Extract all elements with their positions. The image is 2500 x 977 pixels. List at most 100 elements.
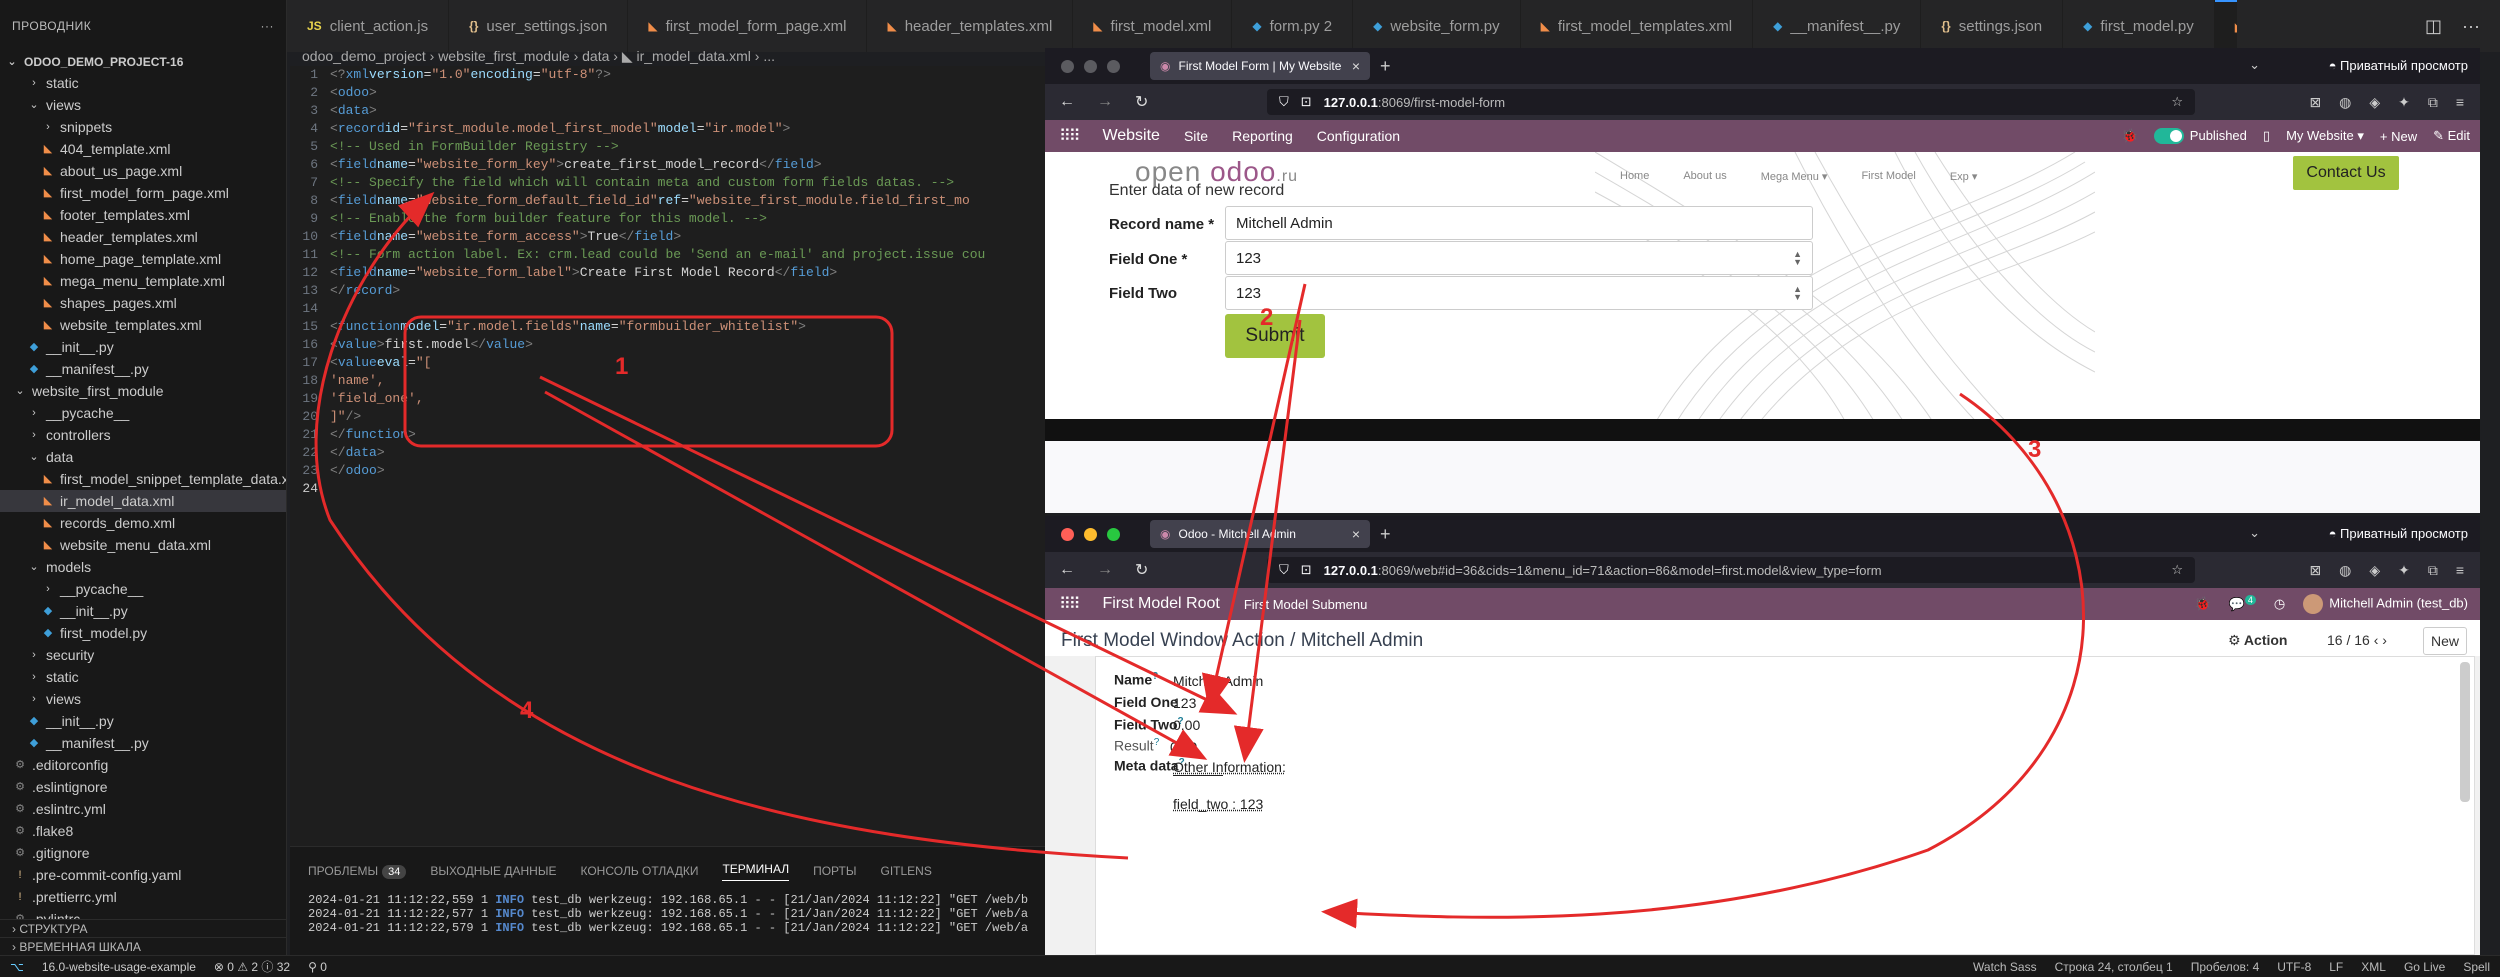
status-item[interactable]: Go Live [2404, 960, 2445, 974]
tree-folder[interactable]: ⌄ website_first_module [0, 380, 286, 402]
action-menu[interactable]: ⚙ Action [2228, 632, 2287, 649]
tree-folder[interactable]: ⌄ data [0, 446, 286, 468]
bookmark-star-icon[interactable]: ☆ [2171, 94, 2183, 110]
editor-tab[interactable]: ◣ first_model.xml [1073, 0, 1233, 52]
tab-list-icon[interactable]: ⌄ [2249, 525, 2260, 541]
tree-file[interactable]: ◆ first_model.py [0, 622, 286, 644]
contact-us-button[interactable]: Contact Us [2293, 156, 2399, 190]
field-one-value[interactable]: 123 [1173, 695, 1196, 711]
panel-tab-4[interactable]: ПОРТЫ [813, 864, 856, 878]
field-two-value[interactable]: 0.00 [1173, 717, 1200, 733]
tree-folder[interactable]: ⌄ models [0, 556, 286, 578]
menu-reporting[interactable]: Reporting [1232, 128, 1293, 144]
menu-icon[interactable]: ≡ [2456, 94, 2464, 111]
tree-file[interactable]: ! .pre-commit-config.yaml [0, 864, 286, 886]
pocket-icon[interactable]: ⊠ [2309, 562, 2321, 579]
browser-tab[interactable]: ◉ First Model Form | My Website × [1150, 52, 1370, 80]
tree-file[interactable]: ◣ first_model_form_page.xml [0, 182, 286, 204]
record-name-input[interactable]: Mitchell Admin [1225, 206, 1813, 240]
editor-tab[interactable]: ◆ first_model.py [2063, 0, 2215, 52]
code-editor[interactable]: 1 <? xml version = "1.0" encoding = "utf-8" ?> … [290, 66, 1047, 846]
website-menu-item[interactable]: First Model [1861, 170, 1915, 183]
status-item[interactable]: Watch Sass [1973, 960, 2037, 974]
website-switcher[interactable]: My Website ▾ [2286, 128, 2364, 144]
tree-file[interactable]: ◆ __init__.py [0, 600, 286, 622]
tree-folder[interactable]: › controllers [0, 424, 286, 446]
menu-site[interactable]: Site [1184, 128, 1208, 144]
submit-button[interactable]: Submit [1225, 314, 1325, 358]
menu-configuration[interactable]: Configuration [1317, 128, 1400, 144]
browser-tab[interactable]: ◉ Odoo - Mitchell Admin × [1150, 520, 1370, 548]
new-button[interactable]: + New [2380, 129, 2417, 144]
apps-grid-icon[interactable]: ⠿⠿ [1059, 594, 1080, 614]
scrollbar[interactable] [2460, 662, 2470, 802]
tree-file[interactable]: ◣ about_us_page.xml [0, 160, 286, 182]
tree-file[interactable]: ◣ records_demo.xml [0, 512, 286, 534]
tree-folder[interactable]: › views [0, 688, 286, 710]
more-actions-icon[interactable]: ··· [2462, 16, 2480, 37]
tree-file[interactable]: ◣ home_page_template.xml [0, 248, 286, 270]
extension-icon[interactable]: ✦ [2398, 94, 2410, 111]
status-item[interactable]: LF [2329, 960, 2343, 974]
field-one-input[interactable]: 123 ▲ ▼ [1225, 241, 1813, 275]
user-menu[interactable]: Mitchell Admin (test_db) [2303, 594, 2468, 614]
close-tab-icon[interactable]: × [1352, 58, 1360, 74]
forward-icon[interactable]: → [1097, 93, 1113, 111]
chat-icon[interactable]: 💬 4 [2229, 595, 2256, 612]
stepper-icon[interactable]: ▲ ▼ [1793, 250, 1802, 267]
back-icon[interactable]: ← [1059, 561, 1075, 579]
tree-folder[interactable]: › __pycache__ [0, 402, 286, 424]
more-icon[interactable]: ··· [261, 19, 275, 33]
extension-icon[interactable]: ◈ [2369, 562, 2380, 579]
zoom-window-icon[interactable] [1107, 59, 1120, 73]
page-title[interactable]: First Model Window Action / Mitchell Adm… [1061, 630, 1423, 652]
new-record-button[interactable]: New [2423, 627, 2467, 655]
tree-file[interactable]: ◣ website_menu_data.xml [0, 534, 286, 556]
terminal-output[interactable]: 2024-01-21 11:12:22,559 1 INFO test_db w… [290, 887, 1047, 941]
url-bar[interactable]: ⛉ ⊡ 127.0.0.1:8069/web#id=36&cids=1&menu… [1267, 557, 2195, 583]
field-two-input[interactable]: 123 ▲ ▼ [1225, 276, 1813, 310]
website-menu-item[interactable]: Mega Menu ▾ [1761, 170, 1828, 183]
panel-tab-0[interactable]: ПРОБЛЕМЫ 34 [308, 864, 407, 879]
tree-file[interactable]: ◣ first_model_snippet_template_data.x... [0, 468, 286, 490]
status-item[interactable]: XML [2361, 960, 2386, 974]
tree-folder[interactable]: ⌄ views [0, 94, 286, 116]
app-name[interactable]: First Model Root [1102, 595, 1219, 613]
tree-folder[interactable]: › static [0, 72, 286, 94]
extension-icon[interactable]: ◈ [2369, 94, 2380, 111]
extensions-icon[interactable]: ⧉ [2428, 94, 2438, 111]
mobile-preview-icon[interactable]: ▯ [2263, 128, 2270, 144]
tree-file[interactable]: ◆ __init__.py [0, 336, 286, 358]
url-bar[interactable]: ⛉ ⊡ 127.0.0.1:8069/first-model-form ☆ [1267, 89, 2195, 115]
outline-section[interactable]: › СТРУКТУРА [0, 919, 286, 937]
website-menu-item[interactable]: Exp ▾ [1950, 170, 1978, 183]
timeline-section[interactable]: › ВРЕМЕННАЯ ШКАЛА [0, 937, 286, 955]
back-icon[interactable]: ← [1059, 93, 1075, 111]
split-editor-icon[interactable]: ◫ [2425, 16, 2442, 37]
website-menu-item[interactable]: Home [1620, 170, 1649, 183]
panel-tab-5[interactable]: GITLENS [880, 864, 931, 878]
status-item[interactable]: UTF-8 [2277, 960, 2311, 974]
tree-file[interactable]: ◣ 404_template.xml [0, 138, 286, 160]
tree-file[interactable]: ◣ mega_menu_template.xml [0, 270, 286, 292]
editor-tab[interactable]: ◆ website_form.py [1353, 0, 1521, 52]
tree-file[interactable]: ⚙ .pylintrc [0, 908, 286, 919]
menu-icon[interactable]: ≡ [2456, 562, 2464, 579]
submenu[interactable]: First Model Submenu [1244, 597, 1368, 612]
tree-file[interactable]: ◣ shapes_pages.xml [0, 292, 286, 314]
tree-file[interactable]: ◣ ir_model_data.xml [0, 490, 286, 512]
close-tab-icon[interactable]: × [1352, 526, 1360, 542]
problems-status[interactable]: ⊗ 0 ⚠ 2 ⓘ 32 [214, 958, 290, 975]
chevron-left-icon[interactable]: ‹ [2374, 632, 2379, 648]
activity-clock-icon[interactable]: ◷ [2274, 596, 2285, 612]
tree-file[interactable]: ◣ header_templates.xml [0, 226, 286, 248]
tree-file[interactable]: ⚙ .eslintignore [0, 776, 286, 798]
meta-data-heading[interactable]: Other Information: [1173, 759, 1286, 775]
published-toggle[interactable]: Published [2153, 128, 2247, 145]
extension-icon[interactable]: ✦ [2398, 562, 2410, 579]
breadcrumb[interactable]: odoo_demo_project › website_first_module… [302, 44, 1047, 68]
pocket-icon[interactable]: ⊠ [2309, 94, 2321, 111]
tab-list-icon[interactable]: ⌄ [2249, 57, 2260, 73]
name-field-value[interactable]: Mitchell Admin [1173, 673, 1263, 689]
forward-icon[interactable]: → [1097, 561, 1113, 579]
